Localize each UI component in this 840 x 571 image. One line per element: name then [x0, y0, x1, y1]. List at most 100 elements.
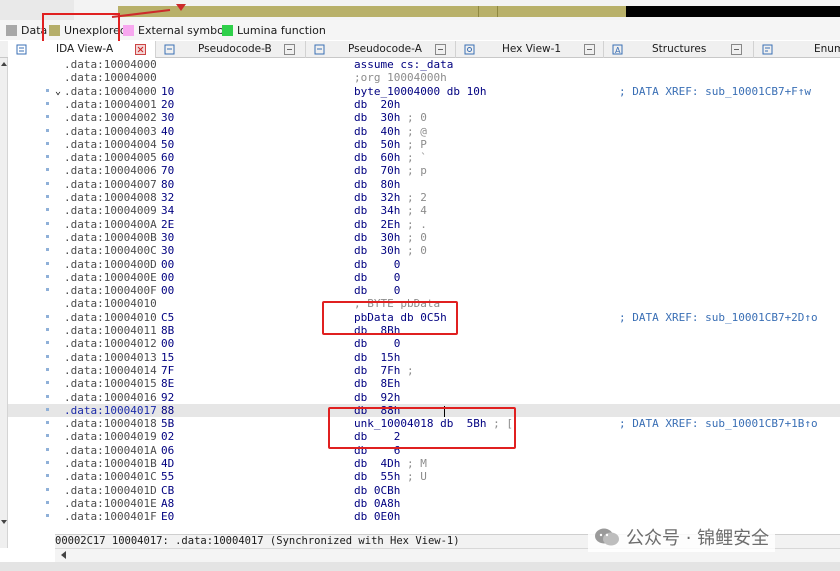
- tab-ida-view-a[interactable]: IDA View-A: [8, 41, 156, 58]
- listing-line[interactable]: .data:10004014 7F db 7Fh ;: [8, 364, 840, 377]
- listing-line[interactable]: .data:1000401E A8 db 0A8h: [8, 497, 840, 510]
- scroll-left-icon[interactable]: [61, 551, 66, 559]
- line-instruction[interactable]: db 50h ; P: [354, 138, 427, 151]
- instruction-text: db 70h: [354, 164, 401, 178]
- listing-line[interactable]: .data:1000401B 4D db 4Dh ; M: [8, 457, 840, 470]
- line-instruction[interactable]: db 0: [354, 258, 400, 271]
- line-bytes: 88: [161, 403, 175, 417]
- line-bytes: 30: [161, 230, 175, 244]
- line-marker-dot: [46, 261, 49, 265]
- fold-chevron-icon[interactable]: ⌄: [55, 85, 61, 98]
- line-address: .data:10004004: [64, 137, 157, 151]
- tab-hex-view-1[interactable]: Hex View-1: [456, 41, 604, 58]
- close-icon[interactable]: [284, 44, 295, 55]
- line-instruction[interactable]: db 30h ; 0: [354, 231, 427, 244]
- listing-line[interactable]: .data:10004008 32 db 32h ; 2: [8, 191, 840, 204]
- line-instruction[interactable]: db 0E0h: [354, 510, 400, 523]
- tab-pseudocode-b[interactable]: Pseudocode-B: [156, 41, 306, 58]
- line-instruction[interactable]: db 80h: [354, 178, 400, 191]
- line-instruction[interactable]: db 20h: [354, 98, 400, 111]
- line-instruction[interactable]: db 0A8h: [354, 497, 400, 510]
- line-instruction[interactable]: db 32h ; 2: [354, 191, 427, 204]
- instruction-text: db 0CBh: [354, 483, 401, 497]
- line-instruction[interactable]: db 55h ; U: [354, 470, 427, 483]
- line-marker-dot: [46, 500, 49, 504]
- listing-line[interactable]: .data:10004015 8E db 8Eh: [8, 377, 840, 390]
- scroll-down-icon[interactable]: [1, 520, 7, 524]
- tab-label: Pseudocode-A: [348, 43, 422, 55]
- listing-line[interactable]: .data:1000401C 55 db 55h ; U: [8, 470, 840, 483]
- legend-label: External symbol: [138, 23, 227, 37]
- instruction-text: db 8Eh: [354, 377, 401, 391]
- line-bytes: 30: [161, 111, 175, 125]
- data-xref-comment[interactable]: ; DATA XREF: sub_10001CB7+F↑w: [619, 85, 811, 98]
- line-instruction[interactable]: ;org 10004000h: [354, 71, 447, 84]
- close-icon[interactable]: [135, 44, 146, 55]
- line-address: .data:10004010: [64, 310, 157, 324]
- line-address: .data:1000400C: [64, 244, 157, 258]
- scroll-up-icon[interactable]: [1, 62, 7, 66]
- listing-line[interactable]: .data:10004003 40 db 40h ; @: [8, 125, 840, 138]
- listing-line[interactable]: .data:10004004 50 db 50h ; P: [8, 138, 840, 151]
- line-marker-dot: [46, 314, 49, 318]
- navigation-band-black-segment[interactable]: [626, 6, 840, 17]
- listing-line[interactable]: .data:10004005 60 db 60h ; `: [8, 151, 840, 164]
- line-instruction[interactable]: db 92h: [354, 391, 400, 404]
- data-xref-comment[interactable]: ; DATA XREF: sub_10001CB7+2D↑o: [619, 311, 818, 324]
- listing-line[interactable]: ⌄ .data:10004000 10 byte_10004000 db 10h ; D…: [8, 85, 840, 98]
- line-instruction[interactable]: db 0: [354, 284, 400, 297]
- listing-line[interactable]: .data:10004016 92 db 92h: [8, 391, 840, 404]
- line-bytes: CB: [161, 483, 175, 497]
- line-marker-dot: [46, 274, 49, 278]
- tab-enums[interactable]: Enums: [754, 41, 840, 58]
- line-instruction[interactable]: db 4Dh ; M: [354, 457, 427, 470]
- listing-line[interactable]: .data:1000401D CB db 0CBh: [8, 484, 840, 497]
- line-instruction[interactable]: db 7Fh ;: [354, 364, 414, 377]
- line-instruction[interactable]: db 30h ; 0: [354, 244, 427, 257]
- close-icon[interactable]: [584, 44, 595, 55]
- structures-icon: A: [612, 44, 623, 55]
- line-instruction[interactable]: db 0CBh: [354, 484, 400, 497]
- disassembly-listing[interactable]: .data:10004000 assume cs:_data .data:10004…: [8, 58, 840, 534]
- tab-pseudocode-a[interactable]: Pseudocode-A: [306, 41, 456, 58]
- close-icon[interactable]: [731, 44, 742, 55]
- line-instruction[interactable]: byte_10004000 db 10h: [354, 85, 486, 98]
- legend-swatch: [123, 24, 134, 36]
- line-instruction[interactable]: db 2Eh ; .: [354, 218, 427, 231]
- line-marker-dot: [46, 221, 49, 225]
- tab-structures[interactable]: A Structures: [604, 41, 754, 58]
- listing-line[interactable]: .data:10004007 80 db 80h: [8, 178, 840, 191]
- line-instruction[interactable]: db 8Eh: [354, 377, 400, 390]
- listing-line[interactable]: .data:10004001 20 db 20h: [8, 98, 840, 111]
- line-instruction[interactable]: assume cs:_data: [354, 58, 453, 71]
- line-marker-dot: [46, 447, 49, 451]
- navigation-band[interactable]: [0, 0, 840, 20]
- listing-line[interactable]: .data:1000400A 2E db 2Eh ; .: [8, 218, 840, 231]
- line-marker-dot: [46, 208, 49, 212]
- listing-line[interactable]: .data:10004009 34 db 34h ; 4: [8, 204, 840, 217]
- listing-line[interactable]: .data:10004012 00 db 0: [8, 337, 840, 350]
- listing-line[interactable]: .data:1000400D 00 db 0: [8, 258, 840, 271]
- listing-line[interactable]: .data:1000400B 30 db 30h ; 0: [8, 231, 840, 244]
- line-instruction[interactable]: db 15h: [354, 351, 400, 364]
- data-xref-comment[interactable]: ; DATA XREF: sub_10001CB7+1B↑o: [619, 417, 818, 430]
- listing-line[interactable]: .data:10004013 15 db 15h: [8, 351, 840, 364]
- listing-line[interactable]: .data:1000400E 00 db 0: [8, 271, 840, 284]
- navigation-band-unexplored-segment[interactable]: [118, 6, 626, 17]
- listing-line[interactable]: .data:10004006 70 db 70h ; p: [8, 164, 840, 177]
- line-bytes: 00: [161, 284, 175, 298]
- listing-line[interactable]: .data:1000400C 30 db 30h ; 0: [8, 244, 840, 257]
- line-instruction[interactable]: db 70h ; p: [354, 164, 427, 177]
- line-instruction[interactable]: db 0: [354, 271, 400, 284]
- line-instruction[interactable]: db 30h ; 0: [354, 111, 427, 124]
- close-icon[interactable]: [435, 44, 446, 55]
- listing-line[interactable]: .data:10004000 assume cs:_data: [8, 58, 840, 71]
- line-instruction[interactable]: db 60h ; `: [354, 151, 427, 164]
- line-instruction[interactable]: db 34h ; 4: [354, 204, 427, 217]
- listing-line[interactable]: .data:10004002 30 db 30h ; 0: [8, 111, 840, 124]
- instruction-comment: ; .: [400, 217, 427, 231]
- listing-line[interactable]: .data:1000400F 00 db 0: [8, 284, 840, 297]
- line-instruction[interactable]: db 0: [354, 337, 400, 350]
- listing-line[interactable]: .data:10004000 ;org 10004000h: [8, 71, 840, 84]
- line-instruction[interactable]: db 40h ; @: [354, 125, 427, 138]
